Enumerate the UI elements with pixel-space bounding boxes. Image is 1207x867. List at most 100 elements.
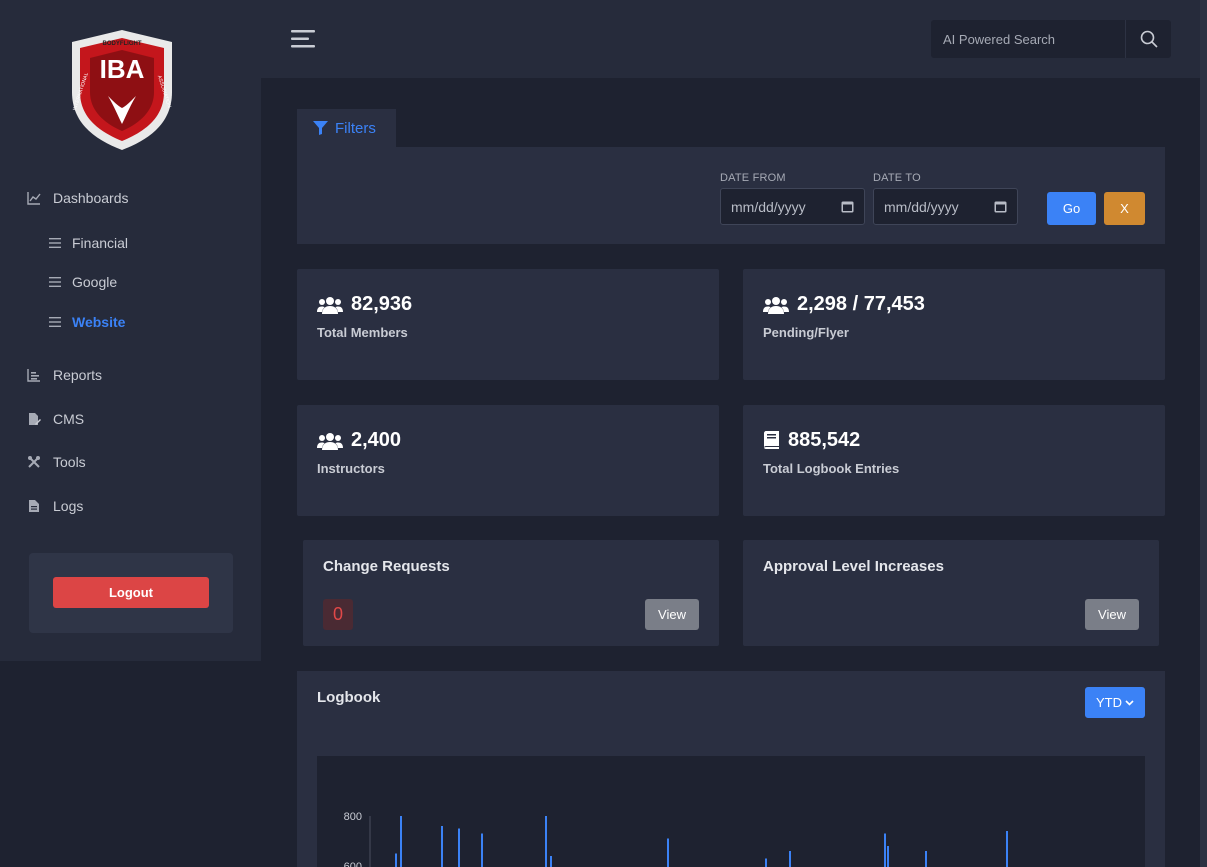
date-to-label: DATE TO — [873, 172, 921, 184]
stat-card-total-members: 82,936 Total Members — [297, 269, 719, 380]
nav-reports[interactable]: Reports — [26, 367, 102, 383]
period-dropdown[interactable]: YTD — [1085, 687, 1145, 718]
change-requests-title: Change Requests — [323, 558, 450, 575]
chart-bar — [481, 833, 483, 867]
total-members-label: Total Members — [317, 325, 408, 340]
date-from-value: mm/dd/yyyy — [731, 198, 806, 215]
instructors-label: Instructors — [317, 461, 385, 476]
menu-toggle-icon[interactable] — [291, 28, 317, 50]
page-scrollbar[interactable] — [1200, 0, 1207, 867]
nav-google-label: Google — [72, 274, 118, 290]
nav-tools[interactable]: Tools — [26, 454, 86, 470]
chart-bar — [400, 816, 402, 867]
search-icon — [1140, 30, 1158, 48]
stat-value-row: 2,400 — [317, 429, 401, 452]
change-requests-view-button[interactable]: View — [645, 599, 699, 630]
stat-value-row: 2,298 / 77,453 — [763, 293, 925, 316]
logo-main-text: IBA — [100, 54, 145, 84]
date-from-label: DATE FROM — [720, 172, 786, 184]
list-icon — [48, 315, 62, 329]
change-requests-count: 0 — [323, 599, 353, 630]
logbook-chart-svg: 800 600 — [344, 811, 1008, 867]
users-icon — [317, 296, 343, 314]
nav-cms-label: CMS — [53, 411, 85, 427]
list-icon — [48, 236, 62, 250]
nav-financial[interactable]: Financial — [48, 235, 128, 251]
file-icon — [26, 498, 42, 514]
nav-logs-label: Logs — [53, 498, 84, 514]
funnel-icon — [313, 121, 328, 135]
stat-card-pending-flyer: 2,298 / 77,453 Pending/Flyer — [743, 269, 1165, 380]
chart-bar — [395, 853, 397, 867]
date-to-input[interactable]: mm/dd/yyyy — [873, 188, 1018, 225]
bar-chart-icon — [26, 367, 42, 383]
logo-top-text: BODYFLIGHT — [103, 41, 142, 47]
iba-logo[interactable]: IBA BODYFLIGHT INTERNATIONAL ASSOCIATION — [68, 28, 176, 152]
chart-bar — [667, 838, 669, 867]
go-button[interactable]: Go — [1047, 192, 1096, 225]
instructors-value: 2,400 — [351, 429, 402, 451]
chart-bar — [458, 828, 460, 867]
tab-filters[interactable]: Filters — [297, 109, 396, 147]
stat-value-row: 885,542 — [763, 429, 860, 452]
chart-line-icon — [26, 190, 42, 206]
chart-bar — [884, 833, 886, 867]
y-tick-label: 800 — [344, 811, 362, 823]
calendar-icon[interactable] — [841, 200, 854, 213]
chart-bar — [550, 856, 552, 867]
chart-bar — [441, 826, 443, 867]
logbook-panel: Logbook YTD 800 600 — [297, 671, 1165, 867]
users-icon — [317, 432, 343, 450]
nav-logs[interactable]: Logs — [26, 498, 83, 514]
chart-bar — [925, 851, 927, 867]
sidebar: IBA BODYFLIGHT INTERNATIONAL ASSOCIATION… — [0, 0, 261, 661]
calendar-icon[interactable] — [994, 200, 1007, 213]
users-icon — [763, 296, 789, 314]
tools-icon — [26, 454, 42, 470]
logbook-entries-label: Total Logbook Entries — [763, 461, 900, 476]
approval-increases-title: Approval Level Increases — [763, 558, 944, 575]
nav-website[interactable]: Website — [48, 314, 125, 330]
date-from-input[interactable]: mm/dd/yyyy — [720, 188, 865, 225]
filters-tab-label: Filters — [335, 119, 376, 137]
nav-website-label: Website — [72, 314, 126, 330]
date-to-value: mm/dd/yyyy — [884, 198, 959, 215]
stat-card-instructors: 2,400 Instructors — [297, 405, 719, 516]
chart-bar — [789, 851, 791, 867]
logout-panel: Logout — [29, 553, 233, 633]
nav-cms[interactable]: CMS — [26, 411, 84, 427]
chart-bar — [545, 816, 547, 867]
period-dropdown-label: YTD — [1096, 695, 1122, 710]
search-input[interactable] — [931, 20, 1125, 58]
change-requests-card: Change Requests 0 View — [303, 540, 719, 646]
book-icon — [763, 431, 780, 450]
chart-bar — [1006, 831, 1008, 867]
nav-tools-label: Tools — [53, 454, 86, 470]
chart-bar — [765, 858, 767, 867]
top-bar — [261, 0, 1200, 78]
logout-button[interactable]: Logout — [53, 577, 209, 608]
nav-google[interactable]: Google — [48, 274, 117, 290]
search-bar — [931, 20, 1171, 58]
nav-reports-label: Reports — [53, 367, 103, 383]
logbook-chart: 800 600 — [317, 756, 1145, 867]
file-edit-icon — [26, 411, 42, 427]
filter-panel: DATE FROM mm/dd/yyyy DATE TO mm/dd/yyyy … — [297, 147, 1165, 244]
approval-increases-view-button[interactable]: View — [1085, 599, 1139, 630]
chevron-down-icon — [1125, 699, 1134, 706]
nav-dashboards[interactable]: Dashboards — [26, 190, 129, 206]
total-members-value: 82,936 — [351, 293, 413, 315]
search-button[interactable] — [1125, 20, 1171, 58]
stat-value-row: 82,936 — [317, 293, 412, 316]
stat-card-logbook-entries: 885,542 Total Logbook Entries — [743, 405, 1165, 516]
y-tick-label: 600 — [344, 861, 362, 867]
chart-bar — [887, 846, 889, 867]
clear-filters-button[interactable]: X — [1104, 192, 1145, 225]
pending-flyer-value: 2,298 / 77,453 — [797, 293, 925, 315]
nav-financial-label: Financial — [72, 235, 129, 251]
logbook-title: Logbook — [317, 689, 381, 706]
pending-flyer-label: Pending/Flyer — [763, 325, 849, 340]
logbook-entries-value: 885,542 — [788, 429, 861, 451]
nav-dashboards-label: Dashboards — [53, 190, 129, 206]
approval-increases-card: Approval Level Increases View — [743, 540, 1159, 646]
